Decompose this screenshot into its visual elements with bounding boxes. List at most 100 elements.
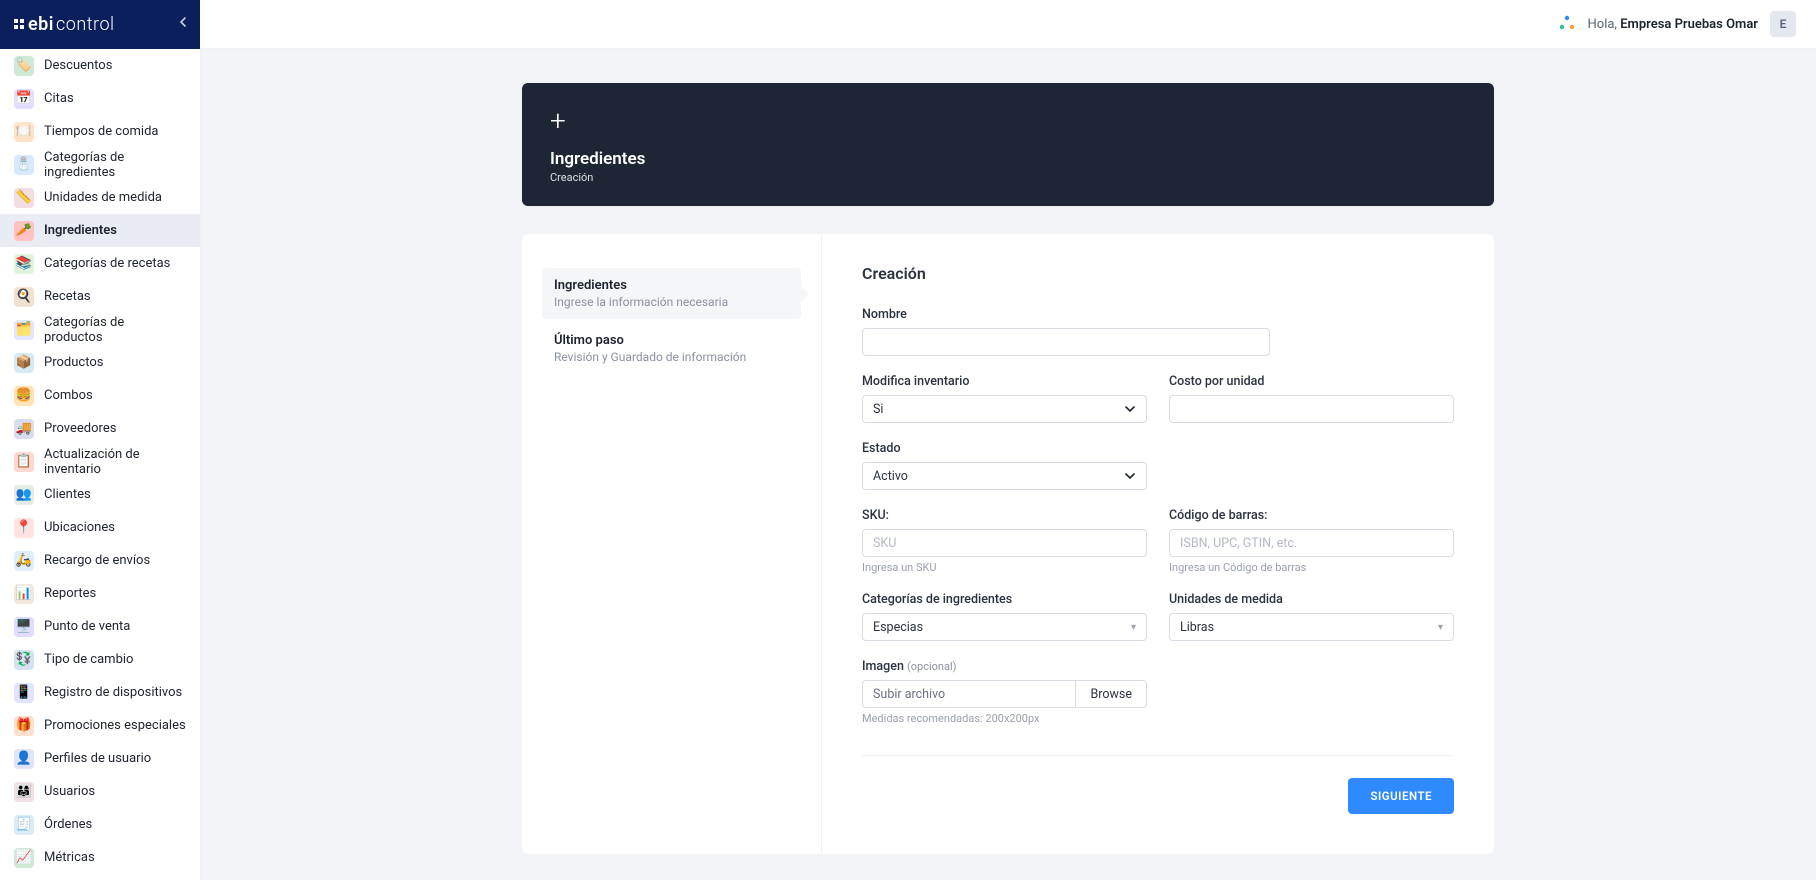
nav-icon: 🏷️ (14, 56, 34, 76)
imagen-hint: Medidas recomendadas: 200x200px (862, 712, 1147, 725)
sidebar-item-unidades-de-medida[interactable]: 📏 Unidades de medida (0, 181, 200, 214)
nav-icon: 👨‍👩‍👧 (14, 782, 34, 802)
barcode-input[interactable] (1169, 529, 1454, 557)
sidebar-item-clientes[interactable]: 👥 Clientes (0, 478, 200, 511)
step-subtitle: Revisión y Guardado de información (554, 350, 789, 364)
sidebar-item-reportes[interactable]: 📊 Reportes (0, 577, 200, 610)
sidebar-item-recetas[interactable]: 🍳 Recetas (0, 280, 200, 313)
step-subtitle: Ingrese la información necesaria (554, 295, 789, 309)
nav-icon: 👥 (14, 485, 34, 505)
file-placeholder: Subir archivo (862, 680, 1075, 708)
chevron-down-icon (1124, 403, 1136, 416)
nombre-input[interactable] (862, 328, 1270, 356)
nav-icon: 📈 (14, 848, 34, 868)
nav-icon: 👤 (14, 749, 34, 769)
categoria-select[interactable]: Especias ▾ (862, 613, 1147, 641)
sidebar-item-m-tricas[interactable]: 📈Métricas (0, 841, 200, 874)
sidebar-item-label: Categorías de recetas (44, 256, 170, 271)
sidebar-item-label: Combos (44, 388, 93, 403)
hero-title: Ingredientes (550, 149, 1466, 169)
plus-icon: + (550, 107, 1466, 135)
unidades-select[interactable]: Libras ▾ (1169, 613, 1454, 641)
sidebar-item-punto-de-venta[interactable]: 🖥️Punto de venta (0, 610, 200, 643)
wizard-step[interactable]: Último paso Revisión y Guardado de inform… (542, 323, 801, 374)
nav-icon: 🍔 (14, 386, 34, 406)
nombre-label: Nombre (862, 307, 1270, 322)
sidebar-item-descuentos[interactable]: 🏷️Descuentos (0, 49, 200, 82)
sku-hint: Ingresa un SKU (862, 561, 1147, 574)
sku-label: SKU: (862, 508, 1147, 523)
nav-icon: 🧂 (14, 155, 34, 175)
sidebar-item-promociones-especiales[interactable]: 🎁Promociones especiales (0, 709, 200, 742)
sidebar-item-tipo-de-cambio[interactable]: 💱Tipo de cambio (0, 643, 200, 676)
nav-icon: 🛵 (14, 551, 34, 571)
brand-logo[interactable]: ebicontrol (12, 14, 115, 35)
sidebar-item-label: Usuarios (44, 784, 95, 799)
sidebar-item-label: Actualización de inventario (44, 447, 186, 477)
sidebar-item-label: Reportes (44, 586, 96, 601)
hero-subtitle: Creación (550, 171, 1466, 184)
sidebar-item-actualizaci-n-de-inventario[interactable]: 📋Actualización de inventario (0, 445, 200, 478)
sidebar-item-categor-as-de-productos[interactable]: 🗂️ Categorías de productos (0, 313, 200, 346)
nav-icon: 🎁 (14, 716, 34, 736)
estado-select[interactable]: Activo (862, 462, 1147, 490)
nav-icon: 📏 (14, 188, 34, 208)
theme-dots-icon[interactable] (1558, 15, 1576, 33)
sidebar: 🏷️Descuentos📅Citas🍽️Tiempos de comida🧂Ca… (0, 49, 200, 880)
step-title: Ingredientes (554, 278, 789, 293)
sidebar-item-label: Unidades de medida (44, 190, 162, 205)
sidebar-item-ingredientes[interactable]: 🥕Ingredientes (0, 214, 200, 247)
modifica-select[interactable]: Si (862, 395, 1147, 423)
form-title: Creación (862, 264, 1454, 283)
sidebar-item-categor-as-de-recetas[interactable]: 📚 Categorías de recetas (0, 247, 200, 280)
sidebar-item-label: Registro de dispositivos (44, 685, 182, 700)
avatar[interactable]: E (1770, 11, 1796, 37)
nav-icon: 🧾 (14, 815, 34, 835)
nav-icon: 📦 (14, 353, 34, 373)
nav-icon: 📅 (14, 89, 34, 109)
nav-icon: 📚 (14, 254, 34, 274)
costo-label: Costo por unidad (1169, 374, 1454, 389)
estado-label: Estado (862, 441, 1147, 456)
imagen-label: Imagen (opcional) (862, 659, 1147, 674)
browse-button[interactable]: Browse (1075, 680, 1147, 708)
nav-icon: 🗂️ (14, 320, 34, 340)
sidebar-item-usuarios[interactable]: 👨‍👩‍👧 Usuarios (0, 775, 200, 808)
barcode-hint: Ingresa un Código de barras (1169, 561, 1454, 574)
sidebar-item-ubicaciones[interactable]: 📍Ubicaciones (0, 511, 200, 544)
nav-icon: 📱 (14, 683, 34, 703)
siguiente-button[interactable]: SIGUIENTE (1348, 778, 1454, 814)
sidebar-item-label: Proveedores (44, 421, 116, 436)
sidebar-item-productos[interactable]: 📦 Productos (0, 346, 200, 379)
sidebar-collapse-icon[interactable] (178, 16, 188, 32)
step-title: Último paso (554, 333, 789, 348)
divider (862, 755, 1454, 756)
sidebar-item-tiempos-de-comida[interactable]: 🍽️Tiempos de comida (0, 115, 200, 148)
sidebar-item--rdenes[interactable]: 🧾Órdenes (0, 808, 200, 841)
nav-icon: 📊 (14, 584, 34, 604)
sku-input[interactable] (862, 529, 1147, 557)
sidebar-item-citas[interactable]: 📅 Citas (0, 82, 200, 115)
chevron-down-icon: ▾ (1131, 622, 1136, 633)
sidebar-item-label: Citas (44, 91, 74, 106)
sidebar-item-label: Clientes (44, 487, 91, 502)
wizard-step[interactable]: Ingredientes Ingrese la información neces… (542, 268, 801, 319)
sidebar-item-registro-de-dispositivos[interactable]: 📱 Registro de dispositivos (0, 676, 200, 709)
sidebar-item-recargo-de-env-os[interactable]: 🛵 Recargo de envíos (0, 544, 200, 577)
nav-icon: 🍳 (14, 287, 34, 307)
unidades-label: Unidades de medida (1169, 592, 1454, 607)
greeting: Hola, Empresa Pruebas Omar (1588, 17, 1759, 32)
sidebar-item-combos[interactable]: 🍔 Combos (0, 379, 200, 412)
sidebar-item-label: Categorías de productos (44, 315, 186, 345)
sidebar-item-label: Productos (44, 355, 103, 370)
sidebar-item-label: Recargo de envíos (44, 553, 150, 568)
costo-input[interactable] (1169, 395, 1454, 423)
sidebar-item-perfiles-de-usuario[interactable]: 👤Perfiles de usuario (0, 742, 200, 775)
categoria-label: Categorías de ingredientes (862, 592, 1147, 607)
sidebar-item-label: Recetas (44, 289, 91, 304)
sidebar-item-label: Tiempos de comida (44, 124, 159, 139)
nav-icon: 🖥️ (14, 617, 34, 637)
sidebar-item-categor-as-de-ingredientes[interactable]: 🧂Categorías de ingredientes (0, 148, 200, 181)
sidebar-item-proveedores[interactable]: 🚚Proveedores (0, 412, 200, 445)
sidebar-item-label: Tipo de cambio (44, 652, 133, 667)
